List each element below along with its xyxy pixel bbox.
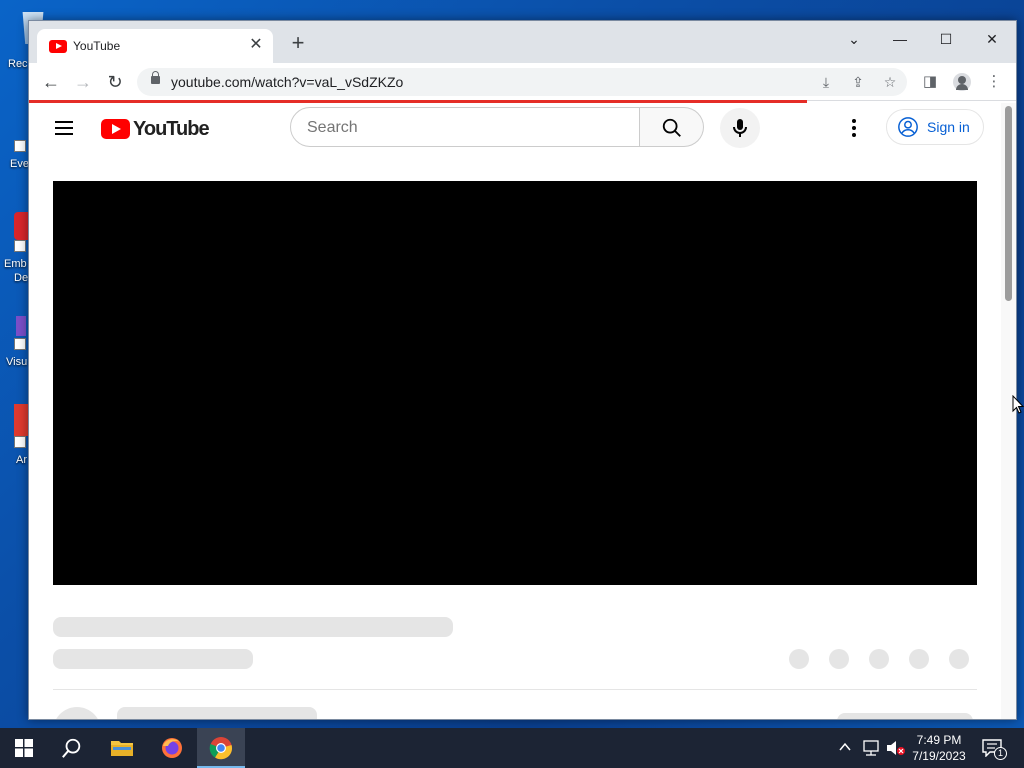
tab-close-icon[interactable]: ✕ [247,36,265,54]
maximize-button[interactable]: ☐ [923,25,969,53]
shortcut-arrow-icon [14,240,26,252]
search-taskbar-button[interactable] [48,728,96,768]
app-icon [14,404,28,436]
meta-skeleton [53,649,253,669]
firefox-button[interactable] [148,728,196,768]
action-skeleton [949,649,969,669]
youtube-play-logo-icon [101,119,130,139]
profile-icon[interactable] [951,71,973,93]
youtube-logo[interactable]: YouTube [101,117,210,141]
chevron-up-icon [839,742,851,751]
chrome-button[interactable] [197,728,245,768]
youtube-logo-text: YouTube [133,118,210,140]
recycle-bin-label: Rec [8,58,28,70]
new-tab-button[interactable]: + [287,32,309,55]
youtube-page: YouTube Search Sign in [29,103,1003,719]
reload-button[interactable]: ↻ [103,70,127,94]
action-skeleton [789,649,809,669]
search-icon [662,118,681,137]
back-button[interactable]: ← [39,70,63,94]
windows-logo-icon [15,739,33,757]
tab-search-button[interactable]: ⌄ [831,25,877,53]
shortcut-arrow-icon [14,436,26,448]
browser-toolbar: ← → ↻ youtube.com/watch?v=vaL_vSdZKZo ⤓ … [29,63,1016,101]
subscribe-skeleton [837,713,973,719]
sign-in-label: Sign in [927,119,970,135]
divider [53,689,977,690]
folder-icon [111,741,133,756]
tab-title: YouTube [73,39,121,53]
browser-menu-icon[interactable]: ⋮ [983,71,1005,93]
minimize-button[interactable]: — [877,25,923,53]
video-player[interactable] [53,181,977,585]
microphone-icon [733,119,747,137]
clock-date: 7/19/2023 [912,749,966,763]
settings-menu-icon[interactable] [851,119,857,137]
share-icon[interactable]: ⇪ [849,73,867,91]
desktop-shortcut-label: Visu [6,356,28,368]
sign-in-button[interactable]: Sign in [886,109,984,145]
app-icon [16,316,26,336]
desktop-shortcut-eve[interactable]: Eve [0,118,30,178]
channel-name-skeleton [117,707,317,719]
show-hidden-icons-button[interactable] [838,740,854,756]
firefox-icon [162,738,182,758]
taskbar: 7:49 PM 7/19/2023 1 [0,728,1024,768]
scrollbar-thumb[interactable] [1005,106,1012,301]
desktop-shortcut-emb[interactable]: Emb De [0,210,30,290]
desktop-shortcut-ar[interactable]: Ar [0,402,30,472]
bookmark-star-icon[interactable]: ☆ [881,73,899,91]
desktop-shortcut-label: Emb [4,258,27,270]
file-explorer-button[interactable] [98,728,146,768]
action-skeleton [909,649,929,669]
mouse-cursor-icon [1012,395,1024,414]
youtube-favicon-icon [49,40,67,53]
search-button[interactable] [640,107,704,147]
action-center-button[interactable]: 1 [980,736,1008,760]
tab-youtube[interactable]: YouTube ✕ [37,29,273,63]
address-bar[interactable]: youtube.com/watch?v=vaL_vSdZKZo ⤓ ⇪ ☆ [137,68,907,96]
desktop-shortcut-visual[interactable]: Visu [0,312,30,372]
action-skeleton [869,649,889,669]
desktop-shortcut-label: Eve [10,158,29,170]
volume-muted-icon[interactable] [886,740,906,756]
forward-button[interactable]: → [71,70,95,94]
action-skeleton [829,649,849,669]
desktop-shortcut-label-line2: De [14,272,29,284]
start-button[interactable] [0,728,48,768]
side-panel-icon[interactable]: ◨ [919,71,941,93]
chrome-icon [209,737,233,760]
url-text[interactable]: youtube.com/watch?v=vaL_vSdZKZo [171,74,403,90]
title-skeleton [53,617,453,637]
search-placeholder: Search [307,119,358,136]
guide-menu-icon[interactable] [55,121,73,135]
network-icon[interactable] [862,740,880,756]
lock-icon[interactable] [151,71,160,84]
tab-strip: YouTube ✕ + ⌄ — ☐ ✕ [29,21,1016,63]
clock-time: 7:49 PM [916,733,962,747]
channel-avatar-skeleton [53,707,101,719]
browser-window: YouTube ✕ + ⌄ — ☐ ✕ ← → ↻ youtube.com/wa… [28,20,1017,720]
install-app-icon[interactable]: ⤓ [817,73,835,91]
desktop-shortcut-label: Ar [16,454,27,466]
shortcut-arrow-icon [14,140,26,152]
close-window-button[interactable]: ✕ [969,25,1015,53]
search-input[interactable]: Search [290,107,640,147]
search-icon [62,738,81,758]
account-circle-icon [898,117,918,137]
voice-search-button[interactable] [720,108,760,148]
notification-count-badge: 1 [994,747,1007,760]
clock[interactable]: 7:49 PM 7/19/2023 [908,731,970,765]
shortcut-arrow-icon [14,338,26,350]
